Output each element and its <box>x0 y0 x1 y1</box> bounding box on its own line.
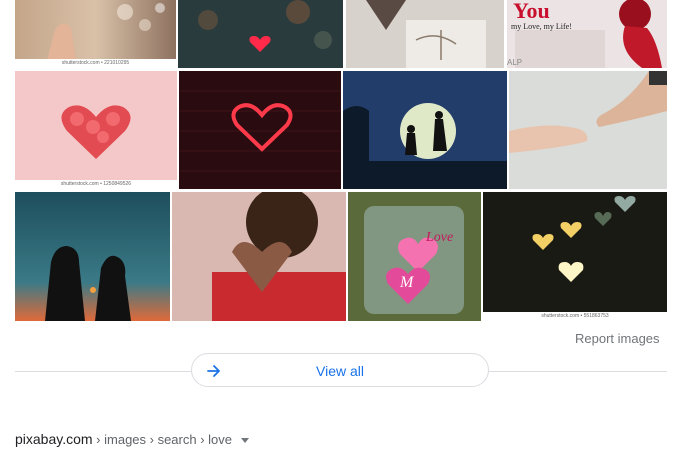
image-watermark: shutterstock.com • 221010295 <box>15 59 176 68</box>
image-love-jar[interactable]: Love M <box>348 192 481 321</box>
view-all-label: View all <box>316 363 364 379</box>
divider-left <box>15 371 191 372</box>
image-gift-string[interactable] <box>346 0 504 68</box>
heart-hands-picture <box>172 192 346 321</box>
image-love-you-card[interactable]: You my Love, my Life! ALP <box>507 0 667 68</box>
image-watermark: shutterstock.com • 1250849526 <box>15 180 177 189</box>
image-heart-hands[interactable] <box>172 192 346 321</box>
image-watermark: shutterstock.com • 551863753 <box>483 312 667 321</box>
image-neon-heart[interactable] <box>179 71 341 189</box>
card-corner-text: ALP <box>507 58 523 67</box>
jar-text-love: Love <box>426 230 454 245</box>
card-caption-small: my Love, my Life! <box>511 22 572 31</box>
image-hand-bokeh[interactable]: shutterstock.com • 221010295 <box>15 0 176 68</box>
dropdown-caret-icon[interactable] <box>241 437 249 443</box>
image-pinky-promise[interactable] <box>509 71 667 189</box>
image-couple-sunset[interactable] <box>15 192 170 321</box>
view-all-button[interactable]: View all <box>191 353 489 387</box>
breadcrumb-site: pixabay.com <box>15 431 93 447</box>
proposal-moon-picture <box>343 71 507 189</box>
image-gold-hearts[interactable]: shutterstock.com • 551863753 <box>483 192 667 321</box>
breadcrumb[interactable]: pixabay.com › images › search › love <box>15 431 249 447</box>
rose-heart-picture <box>15 71 177 189</box>
jar-text-m: M <box>400 274 414 291</box>
hand-bokeh-picture <box>15 0 176 68</box>
image-rose-heart[interactable]: shutterstock.com • 1250849526 <box>15 71 177 189</box>
couple-sunset-picture <box>15 192 170 321</box>
gold-hearts-picture <box>483 192 667 321</box>
card-caption-big: You <box>513 0 550 23</box>
divider-right <box>489 371 667 372</box>
image-bokeh-heart[interactable] <box>178 0 343 68</box>
love-jar-picture <box>348 192 481 321</box>
image-proposal-moon[interactable] <box>343 71 507 189</box>
neon-heart-picture <box>179 71 341 189</box>
pinky-promise-picture <box>509 71 667 189</box>
breadcrumb-path: › images › search › love <box>92 432 232 447</box>
bokeh-heart-picture <box>178 0 343 68</box>
report-images-link[interactable]: Report images <box>575 331 660 346</box>
gift-string-picture <box>346 0 504 68</box>
